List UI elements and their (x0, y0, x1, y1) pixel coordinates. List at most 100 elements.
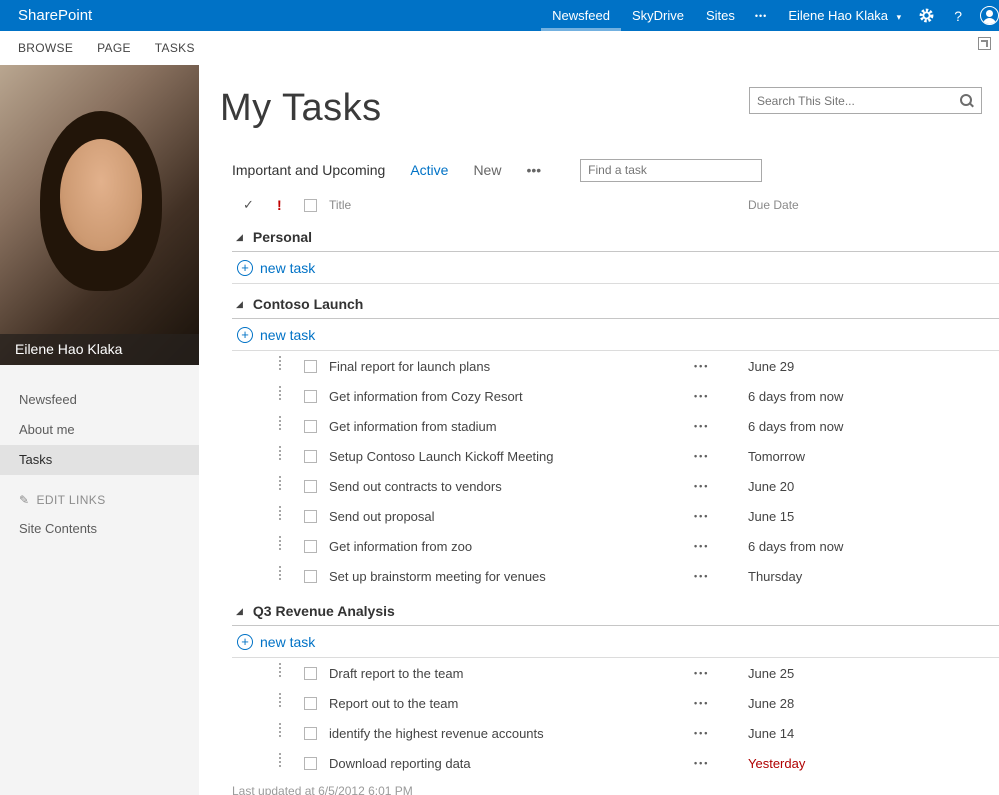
task-row: identify the highest revenue accounts•••… (199, 718, 999, 748)
profile-person-icon[interactable] (980, 6, 999, 25)
drag-handle-icon[interactable] (277, 446, 304, 466)
task-checkbox[interactable] (304, 570, 317, 583)
view-important-and-upcoming[interactable]: Important and Upcoming (232, 162, 385, 178)
task-checkbox[interactable] (304, 757, 317, 770)
task-title[interactable]: Draft report to the team (329, 666, 694, 681)
task-checkbox[interactable] (304, 390, 317, 403)
task-checkbox[interactable] (304, 727, 317, 740)
task-menu-ellipsis-icon[interactable]: ••• (694, 481, 748, 491)
task-menu-ellipsis-icon[interactable]: ••• (694, 728, 748, 738)
ribbon-tabs: BROWSE PAGE TASKS (18, 41, 219, 55)
task-checkbox[interactable] (304, 540, 317, 553)
task-menu-ellipsis-icon[interactable]: ••• (694, 758, 748, 768)
drag-handle-icon[interactable] (277, 693, 304, 713)
edit-links-button[interactable]: ✎EDIT LINKS (0, 493, 199, 507)
drag-handle-icon[interactable] (277, 566, 304, 586)
drag-handle-icon[interactable] (277, 536, 304, 556)
sidebar-item-newsfeed[interactable]: Newsfeed (0, 385, 199, 415)
due-date-column-header[interactable]: Due Date (748, 198, 999, 212)
title-column-header[interactable]: Title (329, 198, 694, 212)
user-menu[interactable]: Eilene Hao Klaka ▾ (776, 8, 909, 23)
task-checkbox[interactable] (304, 420, 317, 433)
select-all-checkbox[interactable] (304, 199, 317, 212)
task-menu-ellipsis-icon[interactable]: ••• (694, 668, 748, 678)
task-due-date: June 20 (748, 479, 999, 494)
suite-nav-newsfeed[interactable]: Newsfeed (541, 0, 621, 31)
view-new[interactable]: New (473, 162, 501, 178)
ribbon-tab-browse[interactable]: BROWSE (18, 41, 73, 55)
new-task-label: new task (260, 260, 315, 276)
new-task-button[interactable]: +new task (232, 319, 999, 351)
page-body: Eilene Hao Klaka NewsfeedAbout meTasks ✎… (0, 65, 999, 795)
suite-nav-more-icon[interactable]: ••• (746, 0, 776, 31)
page-title: My Tasks (220, 85, 382, 131)
search-icon[interactable] (959, 93, 974, 108)
settings-gear-icon[interactable] (909, 7, 944, 24)
task-title[interactable]: Send out contracts to vendors (329, 479, 694, 494)
task-menu-ellipsis-icon[interactable]: ••• (694, 391, 748, 401)
views-more-icon[interactable]: ••• (526, 162, 541, 178)
sidebar-item-tasks[interactable]: Tasks (0, 445, 199, 475)
task-title[interactable]: Set up brainstorm meeting for venues (329, 569, 694, 584)
task-menu-ellipsis-icon[interactable]: ••• (694, 541, 748, 551)
drag-handle-icon[interactable] (277, 356, 304, 376)
collapse-group-icon[interactable]: ◢ (236, 232, 243, 243)
ribbon-tab-page[interactable]: PAGE (97, 41, 131, 55)
search-input[interactable] (750, 94, 959, 108)
task-title[interactable]: Final report for launch plans (329, 359, 694, 374)
drag-handle-icon[interactable] (277, 663, 304, 683)
find-task-input[interactable] (580, 159, 762, 182)
drag-handle-icon[interactable] (277, 506, 304, 526)
task-menu-ellipsis-icon[interactable]: ••• (694, 698, 748, 708)
new-task-button[interactable]: +new task (232, 252, 999, 284)
sidebar-item-about-me[interactable]: About me (0, 415, 199, 445)
task-title[interactable]: Send out proposal (329, 509, 694, 524)
group-header: ◢Contoso Launch (232, 290, 999, 319)
drag-handle-icon[interactable] (277, 723, 304, 743)
drag-handle-icon[interactable] (277, 476, 304, 496)
task-checkbox[interactable] (304, 697, 317, 710)
task-menu-ellipsis-icon[interactable]: ••• (694, 511, 748, 521)
task-due-date: June 14 (748, 726, 999, 741)
task-due-date: 6 days from now (748, 539, 999, 554)
new-task-label: new task (260, 634, 315, 650)
task-checkbox[interactable] (304, 480, 317, 493)
task-groups: ◢Personal+new task◢Contoso Launch+new ta… (199, 223, 999, 778)
group-name: Q3 Revenue Analysis (253, 603, 395, 619)
focus-on-content-icon[interactable] (978, 37, 991, 50)
task-title[interactable]: Setup Contoso Launch Kickoff Meeting (329, 449, 694, 464)
suite-nav-skydrive[interactable]: SkyDrive (621, 0, 695, 31)
task-group-contoso-launch: ◢Contoso Launch+new task Final report for… (199, 290, 999, 591)
ribbon-bar: BROWSE PAGE TASKS (0, 31, 999, 65)
sharepoint-my-tasks-page: SharePoint NewsfeedSkyDriveSites••• Eile… (0, 0, 999, 795)
task-title[interactable]: Get information from Cozy Resort (329, 389, 694, 404)
task-title[interactable]: identify the highest revenue accounts (329, 726, 694, 741)
drag-handle-icon[interactable] (277, 416, 304, 436)
collapse-group-icon[interactable]: ◢ (236, 606, 243, 617)
task-checkbox[interactable] (304, 450, 317, 463)
view-active[interactable]: Active (410, 162, 448, 178)
task-menu-ellipsis-icon[interactable]: ••• (694, 571, 748, 581)
task-row: Get information from stadium•••6 days fr… (199, 411, 999, 441)
task-title[interactable]: Download reporting data (329, 756, 694, 771)
task-checkbox[interactable] (304, 667, 317, 680)
task-checkbox[interactable] (304, 510, 317, 523)
task-menu-ellipsis-icon[interactable]: ••• (694, 361, 748, 371)
pencil-icon: ✎ (19, 493, 29, 507)
task-menu-ellipsis-icon[interactable]: ••• (694, 451, 748, 461)
help-icon[interactable]: ? (944, 8, 972, 24)
drag-handle-icon[interactable] (277, 386, 304, 406)
task-menu-ellipsis-icon[interactable]: ••• (694, 421, 748, 431)
collapse-group-icon[interactable]: ◢ (236, 299, 243, 310)
task-title[interactable]: Report out to the team (329, 696, 694, 711)
ribbon-tab-tasks[interactable]: TASKS (155, 41, 195, 55)
task-title[interactable]: Get information from stadium (329, 419, 694, 434)
suite-nav-sites[interactable]: Sites (695, 0, 746, 31)
group-header: ◢Personal (232, 223, 999, 252)
task-title[interactable]: Get information from zoo (329, 539, 694, 554)
drag-handle-icon[interactable] (277, 753, 304, 773)
new-task-button[interactable]: +new task (232, 626, 999, 658)
task-row: Set up brainstorm meeting for venues•••T… (199, 561, 999, 591)
task-checkbox[interactable] (304, 360, 317, 373)
sidebar-item-site-contents[interactable]: Site Contents (0, 521, 199, 536)
